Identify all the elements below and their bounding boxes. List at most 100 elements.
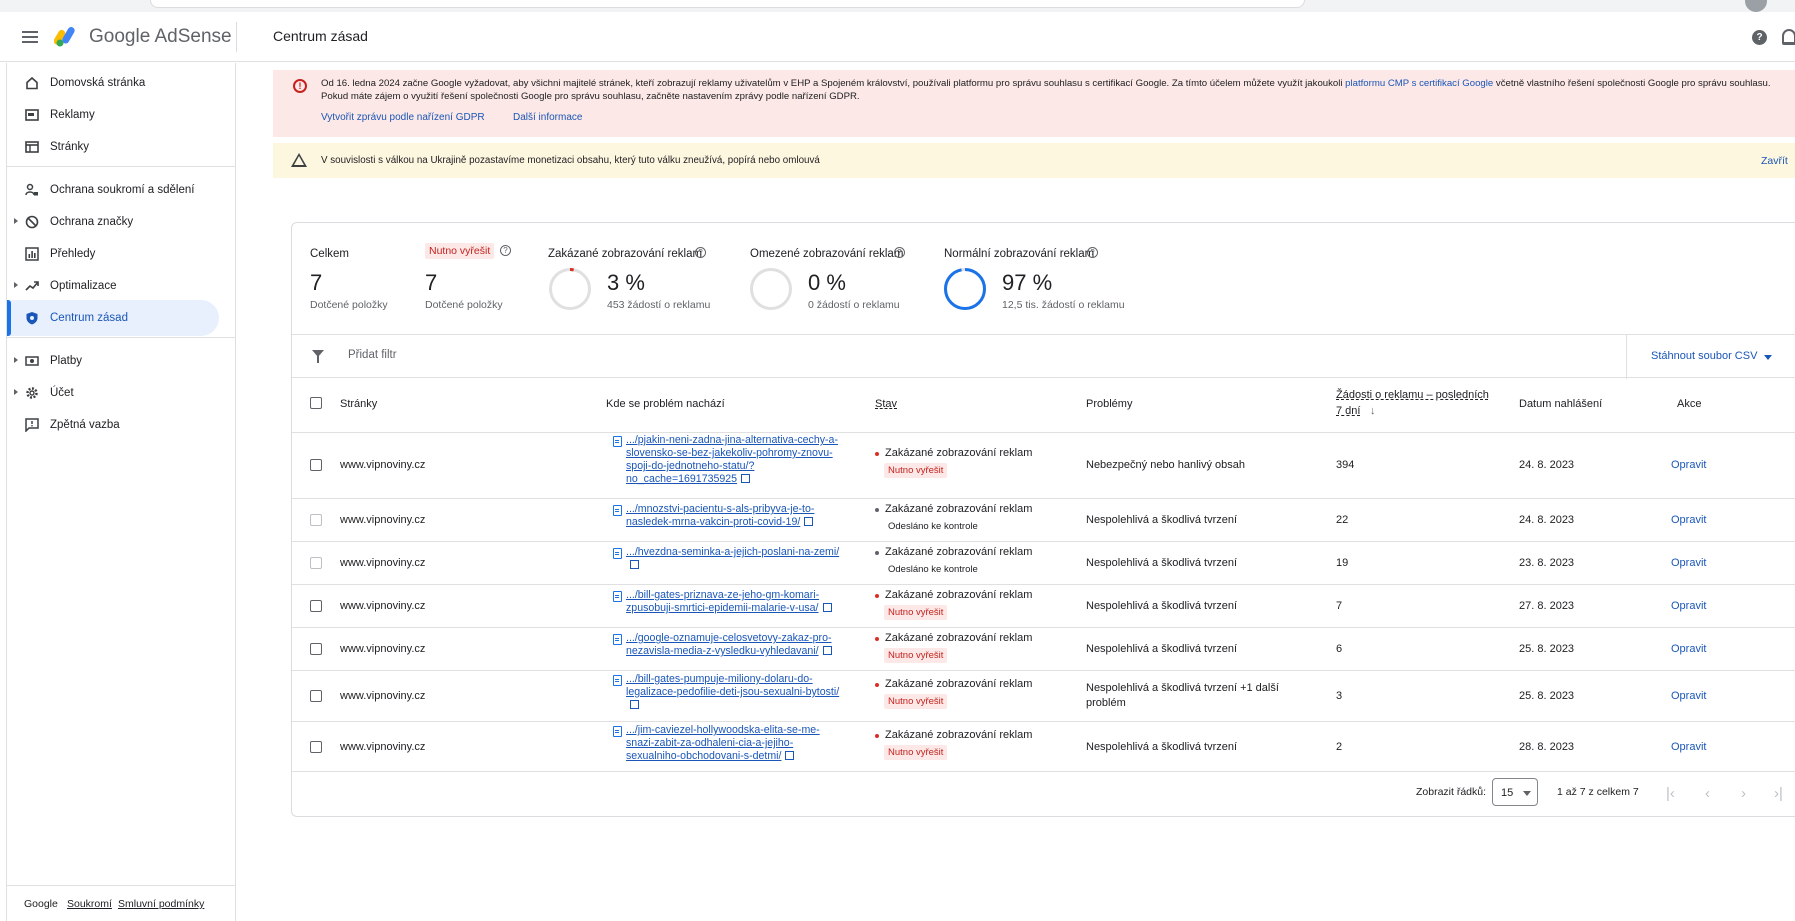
col-requests-days[interactable]: 7 dní	[1336, 405, 1360, 417]
row-url-link[interactable]: .../jim-caviezel-hollywoodska-elita-se-m…	[626, 724, 841, 763]
sidebar-footer: Google Soukromí Smluvní podmínky	[7, 885, 236, 921]
row-url-link[interactable]: .../hvezdna-seminka-a-jejich-poslani-na-…	[626, 546, 841, 572]
ads-icon	[25, 109, 39, 121]
address-bar[interactable]	[150, 0, 1305, 8]
last-page-icon[interactable]: ›|	[1774, 785, 1783, 802]
sidebar-item-label: Optimalizace	[50, 280, 117, 292]
sidebar-item-account[interactable]: Účet	[7, 375, 219, 411]
sidebar-item-policy-center[interactable]: Centrum zásad	[7, 300, 219, 336]
sidebar-item-payments[interactable]: Platby	[7, 343, 219, 379]
row-site: www.vipnoviny.cz	[340, 514, 426, 526]
rows-per-page-select[interactable]: 15	[1492, 778, 1538, 806]
sidebar-item-sites[interactable]: Stránky	[7, 129, 219, 165]
bell-icon[interactable]	[1782, 29, 1795, 45]
info-icon[interactable]: ?	[1087, 247, 1098, 258]
prev-page-icon[interactable]: ‹	[1705, 785, 1710, 802]
col-site[interactable]: Stránky	[340, 398, 377, 410]
menu-icon[interactable]	[22, 31, 38, 43]
fix-button[interactable]: Opravit	[1671, 557, 1706, 569]
external-link-icon[interactable]	[741, 474, 751, 483]
sidebar-item-ads[interactable]: Reklamy	[7, 97, 219, 133]
external-link-icon[interactable]	[822, 646, 832, 655]
filter-icon[interactable]	[312, 350, 324, 363]
fix-button[interactable]: Opravit	[1671, 459, 1706, 471]
help-icon[interactable]: ?	[1752, 30, 1767, 45]
sidebar-item-label: Zpětná vazba	[50, 419, 120, 431]
url-text[interactable]: .../hvezdna-seminka-a-jejich-poslani-na-…	[626, 546, 839, 558]
download-csv-button[interactable]: Stáhnout soubor CSV	[1651, 350, 1757, 362]
sidebar-item-reports[interactable]: Přehledy	[7, 236, 219, 272]
col-status[interactable]: Stav	[875, 398, 897, 410]
sidebar-item-label: Domovská stránka	[50, 77, 146, 89]
footer-terms-link[interactable]: Smluvní podmínky	[118, 898, 204, 910]
url-text[interactable]: .../bill-gates-pumpuje-miliony-dolaru-do…	[626, 673, 839, 698]
stat-total-sub: Dotčené položky	[310, 299, 388, 311]
row-date: 28. 8. 2023	[1519, 741, 1575, 753]
sidebar-item-feedback[interactable]: Zpětná vazba	[7, 407, 219, 443]
sidebar-item-brand-safety[interactable]: Ochrana značky	[7, 204, 219, 240]
chevron-down-icon[interactable]	[1764, 355, 1772, 360]
col-date[interactable]: Datum nahlášení	[1519, 398, 1602, 410]
row-url-link[interactable]: .../mnozstvi-pacientu-s-als-pribyva-je-t…	[626, 503, 841, 529]
learn-more-link[interactable]: Další informace	[513, 112, 582, 123]
status-dot	[875, 637, 879, 641]
row-checkbox[interactable]	[310, 600, 322, 612]
row-checkbox[interactable]	[310, 514, 322, 526]
sort-arrow-icon[interactable]: ↓	[1370, 405, 1376, 417]
fix-button[interactable]: Opravit	[1671, 741, 1706, 753]
sidebar-item-privacy[interactable]: Ochrana soukromí a sdělení	[7, 172, 219, 208]
col-where[interactable]: Kde se problém nachází	[606, 398, 725, 410]
url-text[interactable]: .../pjakin-neni-zadna-jina-alternativa-c…	[626, 434, 838, 485]
first-page-icon[interactable]: |‹	[1666, 785, 1675, 802]
expand-caret-icon[interactable]	[14, 282, 18, 288]
close-button[interactable]: Zavřít	[1761, 155, 1788, 167]
footer-google: Google	[24, 898, 58, 910]
cmp-link[interactable]: platformu CMP s certifikací Google	[1345, 78, 1493, 89]
select-all-checkbox[interactable]	[310, 397, 322, 409]
create-gdpr-message-button[interactable]: Vytvořit zprávu podle nařízení GDPR	[321, 112, 485, 123]
url-text[interactable]: .../mnozstvi-pacientu-s-als-pribyva-je-t…	[626, 503, 814, 528]
row-url-link[interactable]: .../bill-gates-pumpuje-miliony-dolaru-do…	[626, 673, 841, 712]
next-page-icon[interactable]: ›	[1741, 785, 1746, 802]
external-link-icon[interactable]	[804, 517, 814, 526]
table-row: www.vipnoviny.cz .../pjakin-neni-zadna-j…	[292, 432, 1795, 498]
stat-total-value: 7	[310, 270, 323, 295]
add-filter-input[interactable]: Přidat filtr	[348, 349, 397, 361]
row-checkbox[interactable]	[310, 557, 322, 569]
fix-button[interactable]: Opravit	[1671, 600, 1706, 612]
url-text[interactable]: .../bill-gates-priznava-ze-jeho-gm-komar…	[626, 589, 819, 614]
row-url-link[interactable]: .../bill-gates-priznava-ze-jeho-gm-komar…	[626, 589, 841, 615]
fix-button[interactable]: Opravit	[1671, 690, 1706, 702]
expand-caret-icon[interactable]	[14, 389, 18, 395]
sidebar-item-home[interactable]: Domovská stránka	[7, 65, 219, 101]
row-checkbox[interactable]	[310, 690, 322, 702]
row-checkbox[interactable]	[310, 741, 322, 753]
fix-button[interactable]: Opravit	[1671, 643, 1706, 655]
external-link-icon[interactable]	[630, 560, 639, 569]
external-link-icon[interactable]	[630, 700, 639, 709]
row-site: www.vipnoviny.cz	[340, 600, 426, 612]
footer-privacy-link[interactable]: Soukromí	[67, 898, 112, 910]
avatar[interactable]	[1745, 0, 1767, 12]
col-issues[interactable]: Problémy	[1086, 398, 1132, 410]
sidebar-item-optimization[interactable]: Optimalizace	[7, 268, 219, 304]
info-icon[interactable]: ?	[500, 245, 511, 256]
row-checkbox[interactable]	[310, 459, 322, 471]
stat-banned-sub: 453 žádostí o reklamu	[607, 299, 711, 311]
row-url-link[interactable]: .../google-oznamuje-celosvetovy-zakaz-pr…	[626, 632, 841, 658]
url-text[interactable]: .../google-oznamuje-celosvetovy-zakaz-pr…	[626, 632, 832, 657]
info-icon[interactable]: ?	[695, 247, 706, 258]
col-requests[interactable]: Žádosti o reklamu – posledních	[1336, 389, 1489, 401]
info-icon[interactable]: ?	[894, 247, 905, 258]
external-link-icon[interactable]	[822, 603, 832, 612]
row-url-link[interactable]: .../pjakin-neni-zadna-jina-alternativa-c…	[626, 434, 841, 486]
expand-caret-icon[interactable]	[14, 357, 18, 363]
page-icon	[613, 436, 622, 447]
status-dot	[875, 594, 879, 598]
external-link-icon[interactable]	[785, 751, 795, 760]
expand-caret-icon[interactable]	[14, 218, 18, 224]
brand-name[interactable]: Google AdSense	[89, 26, 232, 48]
status-badge: Nutno vyřešit	[884, 463, 948, 478]
fix-button[interactable]: Opravit	[1671, 514, 1706, 526]
row-checkbox[interactable]	[310, 643, 322, 655]
